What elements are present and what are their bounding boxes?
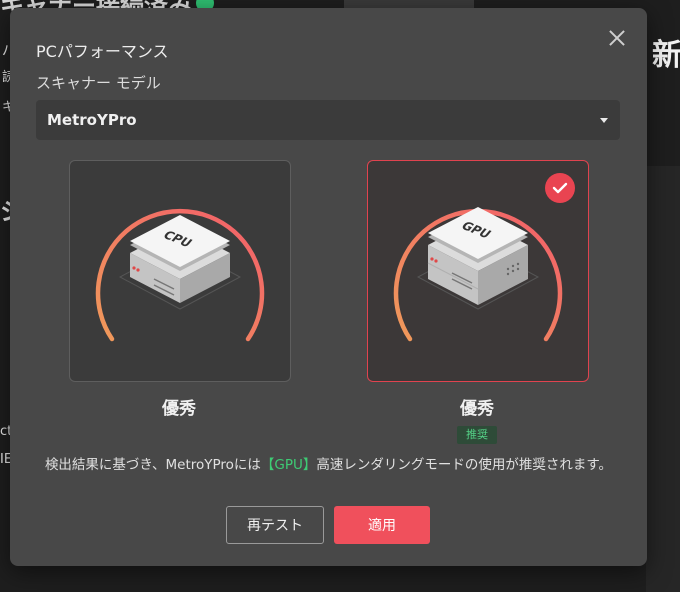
scanner-model-label: スキャナー モデル: [36, 74, 161, 92]
apply-button[interactable]: 適用: [334, 506, 430, 544]
bg-right-title: 新: [652, 38, 680, 73]
bg-right-panel: [646, 166, 680, 592]
scanner-model-value: MetroYPro: [47, 111, 137, 129]
cpu-rating: 優秀: [162, 399, 196, 419]
gpu-option-card[interactable]: GPU: [367, 160, 589, 382]
dropdown-arrow-icon: [600, 118, 608, 123]
message-prefix: 検出結果に基づき、MetroYProには: [44, 457, 261, 473]
retest-button[interactable]: 再テスト: [226, 506, 324, 544]
scanner-model-select[interactable]: MetroYPro: [36, 100, 620, 140]
pc-performance-dialog: PCパフォーマンス スキャナー モデル MetroYPro CPU GPU 優秀…: [10, 8, 647, 566]
close-icon[interactable]: [607, 28, 627, 48]
checkmark-icon: [552, 182, 568, 194]
message-suffix: 高速レンダリングモードの使用が推奨されます。: [316, 457, 613, 473]
gpu-rating: 優秀: [460, 399, 494, 419]
recommendation-message: 検出結果に基づき、MetroYProには【GPU】高速レンダリングモードの使用が…: [30, 454, 627, 476]
recommended-badge: 推奨: [457, 426, 497, 444]
cpu-gauge: [95, 208, 265, 342]
message-highlight: 【GPU】: [260, 457, 317, 473]
selected-check-badge: [545, 173, 575, 203]
dialog-title: PCパフォーマンス: [36, 42, 169, 61]
cpu-option-card[interactable]: CPU: [69, 160, 291, 382]
